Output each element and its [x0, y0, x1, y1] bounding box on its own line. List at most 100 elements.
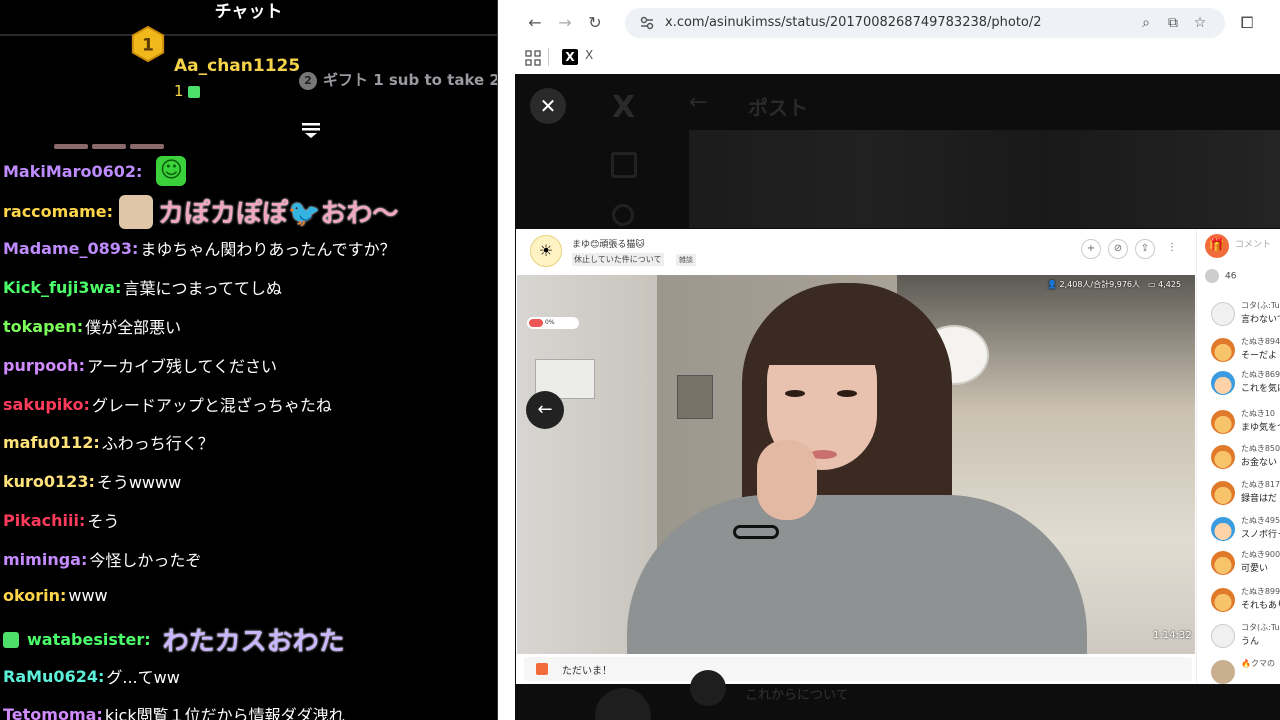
meter-label: 0%	[545, 319, 555, 326]
x-back-arrow-icon[interactable]: ←	[689, 90, 707, 115]
avatar	[1211, 517, 1235, 541]
comment-author: たぬき850	[1241, 444, 1280, 453]
comment-text: 録音はだ	[1241, 494, 1277, 504]
chat-username[interactable]: mafu0112:	[3, 433, 100, 452]
more-icon: ⋮	[1167, 242, 1177, 253]
gift-box-icon: 🎁	[1205, 234, 1229, 258]
comment-text: まゆ気をつ	[1241, 423, 1280, 433]
comment-item: たぬき899 それもあり	[1211, 585, 1280, 615]
stream-title: 休止していた件について	[572, 253, 664, 266]
chat-message: Madame_0893: まゆちゃん関わりあったんですか？	[3, 236, 396, 260]
comment-icon	[536, 663, 548, 675]
bookmark-star-icon[interactable]: ☆	[1191, 14, 1209, 32]
reload-icon[interactable]: ↻	[585, 13, 605, 33]
stream-screenshot: ☀ まゆ😊頑張る猫🐱 休止していた件について 雑談 + ⊘ ⇪ ⋮ 👤 2,40…	[516, 229, 1280, 684]
comment-author: 🔥クマの	[1241, 659, 1275, 668]
site-settings-icon[interactable]	[639, 15, 655, 31]
chat-username[interactable]: kuro0123:	[3, 472, 95, 491]
avatar	[1211, 371, 1235, 395]
comment-text: うん	[1241, 637, 1260, 647]
chat-username[interactable]: Kick_fuji3wa:	[3, 278, 121, 297]
comment-item: たぬき850 お金ない	[1211, 442, 1280, 472]
mute-icon: ⊘	[1108, 239, 1128, 259]
stream-comment-list: 🎁 コメント 46 コタ(ふ:Tu 言わないで たぬき894 そーだよ たぬき869…	[1196, 229, 1280, 684]
chat-username[interactable]: Tetomoma:	[3, 705, 103, 720]
chat-message: watabesister: わたカスおわた	[3, 621, 348, 658]
green-face-emote-icon: ☺	[156, 156, 187, 186]
x-photo-viewer: X ← ポスト ✕ ☀ まゆ😊頑張る猫🐱 休止していた件について 雑談 + ⊘ …	[515, 74, 1280, 720]
chat-message: okorin: www	[3, 586, 108, 605]
chat-username[interactable]: okorin:	[3, 586, 66, 605]
rank-2-badge-icon: 2	[299, 72, 317, 90]
install-app-icon[interactable]: ⧉	[1164, 14, 1182, 32]
apps-grid-icon[interactable]	[525, 50, 541, 66]
extensions-icon[interactable]: ⧠	[1237, 13, 1257, 33]
comment-item: コタ(ふ:Tu うん	[1211, 621, 1280, 651]
chat-message: purpooh: アーカイブ残してください	[3, 353, 277, 377]
member-count-value: 46	[1225, 271, 1237, 282]
chat-text: 言葉につまっててしぬ	[123, 279, 282, 298]
chat-kana-emotes: わたカスおわた	[162, 627, 345, 657]
back-arrow-icon[interactable]: ←	[525, 13, 545, 33]
chat-message: Kick_fuji3wa: 言葉につまっててしぬ	[3, 275, 282, 299]
raccoon-avatar	[1211, 338, 1235, 362]
stream-header: ☀ まゆ😊頑張る猫🐱 休止していた件について 雑談 + ⊘ ⇪ ⋮	[516, 229, 1196, 275]
top-gifter-count: 1	[174, 82, 200, 100]
raccoon-avatar	[1211, 481, 1235, 505]
bookmarks-bar: X X	[515, 46, 1280, 74]
chat-username[interactable]: purpooh:	[3, 356, 85, 375]
bookmark-separator	[548, 48, 549, 66]
chat-username[interactable]: RaMu0624:	[3, 667, 104, 686]
x-logo[interactable]: X	[612, 90, 638, 125]
address-bar[interactable]: x.com/asinukimss/status/2017008268749783…	[625, 8, 1225, 38]
url-text[interactable]: x.com/asinukimss/status/2017008268749783…	[665, 15, 1042, 30]
comment-author: コタ(ふ:Tu	[1241, 301, 1280, 310]
video-wall-panel-2	[677, 375, 713, 419]
chat-text: www	[68, 586, 108, 605]
chat-username[interactable]: tokapen:	[3, 317, 83, 336]
chat-text: 今怪しかったぞ	[89, 551, 202, 570]
chat-username[interactable]: MakiMaro0602:	[3, 162, 142, 181]
post-image-preview	[689, 130, 1280, 228]
comment-author: たぬき900	[1241, 550, 1280, 559]
comment-item: たぬき817 録音はだ	[1211, 478, 1280, 508]
comment-text: スノボ行っ	[1241, 530, 1280, 540]
zoom-icon[interactable]: ⌕	[1137, 14, 1155, 32]
chat-username[interactable]: Madame_0893:	[3, 239, 138, 258]
raccoon-avatar	[1211, 410, 1235, 434]
bear-avatar	[1211, 660, 1235, 684]
compose-button[interactable]	[595, 688, 651, 720]
comment-item: たぬき10 まゆ気をつ	[1211, 407, 1280, 437]
previous-photo-arrow-icon[interactable]: ←	[526, 391, 564, 429]
stream-comment-input: ただいま！	[524, 657, 1192, 681]
chat-text: kick閲覧１位だから情報ダダ洩れ	[104, 706, 345, 720]
chat-username[interactable]: Pikachiii:	[3, 511, 85, 530]
chat-username[interactable]: sakupiko:	[3, 395, 90, 414]
comment-item: たぬき894 そーだよ	[1211, 335, 1280, 365]
collapse-icon[interactable]	[301, 121, 321, 139]
chat-username[interactable]: raccomame:	[3, 202, 113, 221]
chat-message: sakupiko: グレードアップと混ざっちゃたね	[3, 392, 332, 416]
gift-count-value: 1	[174, 82, 184, 100]
close-icon[interactable]: ✕	[530, 88, 566, 124]
comment-item: コタ(ふ:Tu 言わないで	[1211, 299, 1280, 329]
comment-count-text: 4,425	[1158, 280, 1182, 289]
bookmark-x[interactable]: X	[585, 48, 593, 62]
chat-username[interactable]: miminga:	[3, 550, 87, 569]
top-gifter-name[interactable]: Aa_chan1125	[174, 56, 300, 76]
chat-text: まゆちゃん関わりあったんですか？	[140, 240, 396, 259]
video-person-bracelet	[733, 525, 779, 539]
chat-text: そう	[87, 512, 120, 531]
raccoon-avatar	[1211, 551, 1235, 575]
search-icon[interactable]	[612, 204, 634, 226]
forward-arrow-icon[interactable]: →	[555, 13, 575, 33]
video-person-hoodie	[627, 495, 1087, 654]
cat-avatar	[1211, 302, 1235, 326]
browser-toolbar: ← → ↻ x.com/asinukimss/status/2017008268…	[515, 0, 1280, 46]
x-logo-icon[interactable]: X	[562, 49, 578, 65]
chat-username[interactable]: watabesister:	[27, 630, 151, 649]
comment-text: 可愛い	[1241, 564, 1269, 574]
chat-message: kuro0123: そうwwww	[3, 469, 181, 493]
streamer-avatar: ☀	[530, 235, 562, 267]
home-icon[interactable]	[611, 152, 637, 178]
